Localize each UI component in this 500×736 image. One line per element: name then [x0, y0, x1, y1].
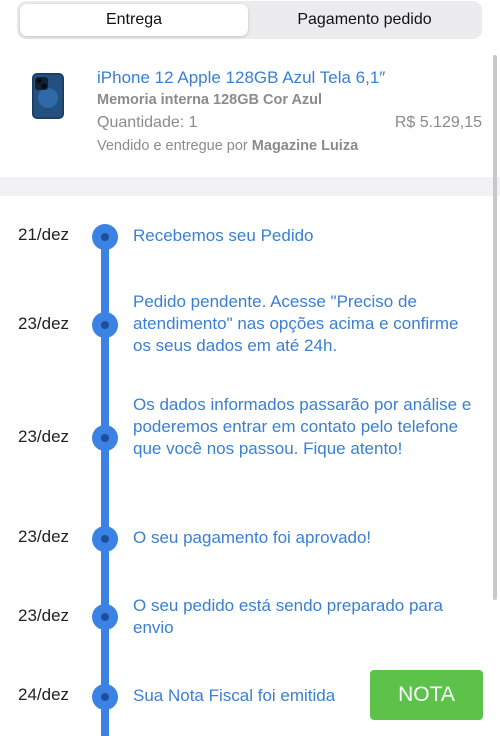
- tab-pagamento-pedido[interactable]: Pagamento pedido: [250, 4, 479, 36]
- timeline-dot-icon: [92, 526, 118, 552]
- nota-button[interactable]: NOTA: [370, 670, 483, 720]
- segmented-control: Entrega Pagamento pedido: [17, 1, 482, 39]
- section-divider: [0, 177, 500, 196]
- timeline-dot-icon: [92, 425, 118, 451]
- timeline-dot-icon: [92, 224, 118, 250]
- timeline-dot-icon: [92, 312, 118, 338]
- product-card[interactable]: iPhone 12 Apple 128GB Azul Tela 6,1″ Mem…: [0, 50, 500, 177]
- seller-prefix: Vendido e entregue por: [97, 138, 248, 154]
- product-seller: Vendido e entregue por Magazine Luiza: [97, 138, 358, 154]
- timeline-date: 23/dez: [18, 527, 70, 546]
- timeline-dot-icon: [92, 684, 118, 710]
- scrollbar[interactable]: [493, 55, 497, 600]
- seller-name: Magazine Luiza: [251, 138, 359, 154]
- product-quantity: Quantidade: 1: [97, 114, 198, 131]
- product-price: R$ 5.129,15: [394, 114, 482, 131]
- timeline-date: 21/dez: [18, 225, 70, 244]
- timeline-text: Sua Nota Fiscal foi emitida: [133, 686, 336, 705]
- timeline-text: O seu pedido está sendo preparado para e…: [133, 596, 444, 637]
- timeline-text: Pedido pendente. Acesse "Preciso de aten…: [133, 292, 459, 355]
- timeline-text: O seu pagamento foi aprovado!: [133, 528, 372, 547]
- timeline-date: 23/dez: [18, 314, 70, 333]
- timeline-date: 24/dez: [18, 685, 70, 704]
- timeline-date: 23/dez: [18, 606, 70, 625]
- timeline-date: 23/dez: [18, 427, 70, 446]
- product-title[interactable]: iPhone 12 Apple 128GB Azul Tela 6,1″: [97, 68, 385, 88]
- timeline-line: [101, 232, 109, 736]
- timeline-text: Recebemos seu Pedido: [133, 226, 314, 245]
- timeline-dot-icon: [92, 604, 118, 630]
- tab-entrega[interactable]: Entrega: [20, 4, 248, 36]
- timeline-text: Os dados informados passarão por análise…: [133, 395, 472, 458]
- iphone-product-image: [32, 73, 64, 119]
- product-subtitle: Memoria interna 128GB Cor Azul: [97, 92, 323, 108]
